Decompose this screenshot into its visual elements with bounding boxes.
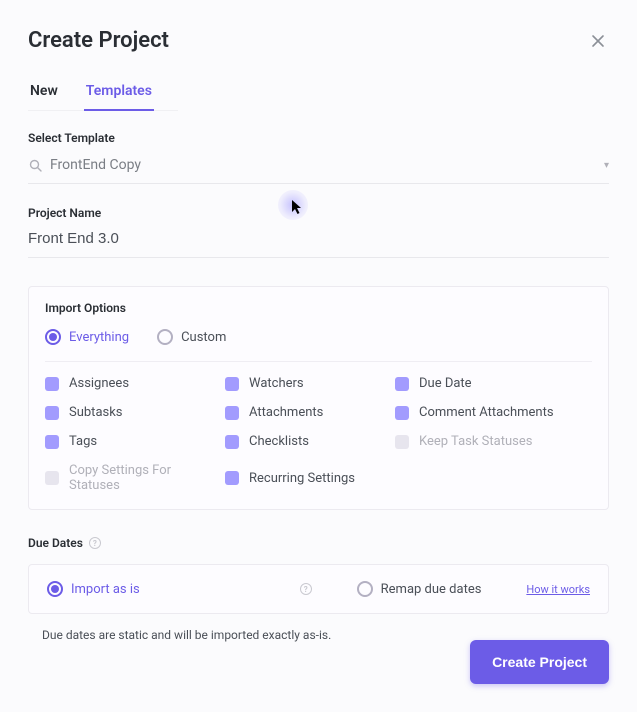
due-dates-panel: Import as is ? Remap due dates How it wo…: [28, 564, 609, 614]
create-project-button[interactable]: Create Project: [470, 640, 609, 684]
checkbox-icon: [225, 377, 239, 391]
checkbox-icon: [395, 406, 409, 420]
chevron-down-icon: ▾: [604, 160, 609, 171]
modal-footer: Create Project: [470, 640, 609, 684]
tab-new[interactable]: New: [28, 77, 60, 111]
opt-recurring-settings[interactable]: Recurring Settings: [225, 463, 395, 493]
opt-attachments[interactable]: Attachments: [225, 405, 395, 420]
import-mode-row: Everything Custom: [45, 329, 592, 345]
opt-watchers[interactable]: Watchers: [225, 376, 395, 391]
due-dates-label: Due Dates ?: [28, 536, 609, 550]
create-project-modal: Create Project New Templates Select Temp…: [0, 0, 637, 712]
modal-header: Create Project: [28, 28, 609, 53]
radio-circle-icon: [157, 329, 173, 345]
import-options-title: Import Options: [45, 301, 592, 315]
tab-templates[interactable]: Templates: [84, 77, 154, 111]
radio-import-as-is[interactable]: Import as is: [47, 581, 140, 597]
checkbox-icon: [45, 471, 59, 485]
radio-everything-label: Everything: [69, 330, 129, 345]
checkbox-icon: [45, 406, 59, 420]
opt-keep-task-statuses: Keep Task Statuses: [395, 434, 592, 449]
checkbox-icon: [45, 377, 59, 391]
opt-assignees[interactable]: Assignees: [45, 376, 225, 391]
template-select[interactable]: FrontEnd Copy ▾: [28, 151, 609, 184]
opt-checklists[interactable]: Checklists: [225, 434, 395, 449]
template-select-value: FrontEnd Copy: [50, 157, 596, 173]
opt-tags[interactable]: Tags: [45, 434, 225, 449]
due-dates-row: Import as is ? Remap due dates How it wo…: [47, 581, 590, 597]
radio-remap-due-dates[interactable]: Remap due dates: [357, 581, 482, 597]
radio-circle-icon: [45, 329, 61, 345]
project-name-input[interactable]: [28, 226, 609, 258]
how-it-works-link[interactable]: How it works: [526, 583, 590, 596]
close-button[interactable]: [587, 30, 609, 52]
checkbox-icon: [225, 471, 239, 485]
opt-comment-attachments[interactable]: Comment Attachments: [395, 405, 592, 420]
search-icon: [28, 158, 42, 172]
import-options-grid: Assignees Watchers Due Date Subtasks Att…: [45, 361, 592, 493]
checkbox-icon: [225, 406, 239, 420]
opt-copy-settings-for-statuses: Copy Settings For Statuses: [45, 463, 225, 493]
project-name-label: Project Name: [28, 206, 609, 220]
help-icon[interactable]: ?: [300, 583, 312, 595]
radio-circle-icon: [47, 581, 63, 597]
radio-custom[interactable]: Custom: [157, 329, 226, 345]
help-icon[interactable]: ?: [89, 537, 101, 549]
radio-import-as-is-label: Import as is: [71, 582, 140, 597]
modal-title: Create Project: [28, 28, 169, 53]
close-icon: [590, 33, 606, 49]
checkbox-icon: [45, 435, 59, 449]
import-options-panel: Import Options Everything Custom Assigne…: [28, 286, 609, 510]
checkbox-icon: [395, 377, 409, 391]
radio-remap-label: Remap due dates: [381, 582, 482, 597]
opt-due-date[interactable]: Due Date: [395, 376, 592, 391]
radio-everything[interactable]: Everything: [45, 329, 129, 345]
radio-circle-icon: [357, 581, 373, 597]
radio-custom-label: Custom: [181, 330, 226, 345]
tabs: New Templates: [28, 77, 178, 111]
select-template-label: Select Template: [28, 131, 609, 145]
opt-subtasks[interactable]: Subtasks: [45, 405, 225, 420]
checkbox-icon: [225, 435, 239, 449]
checkbox-icon: [395, 435, 409, 449]
